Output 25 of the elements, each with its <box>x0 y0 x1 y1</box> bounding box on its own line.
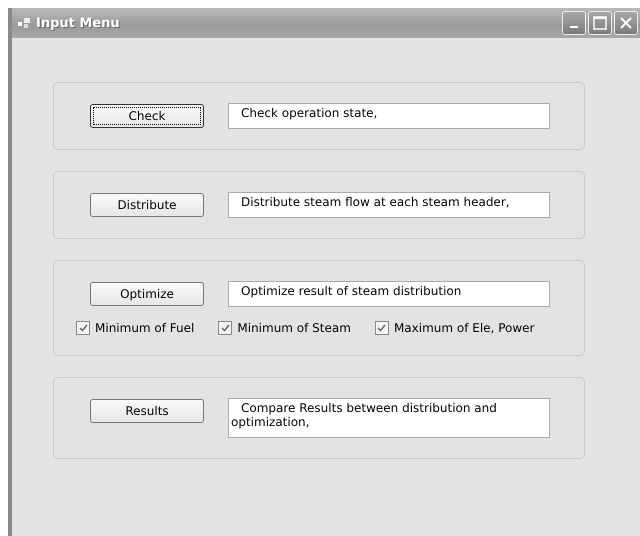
description-field[interactable]: Compare Results between distribution and optimization, <box>228 398 550 438</box>
description-field[interactable]: Distribute steam flow at each steam header, <box>228 192 550 218</box>
description-field[interactable]: Check operation state, <box>228 103 550 129</box>
action-button[interactable]: Optimize <box>90 282 204 306</box>
action-button[interactable]: Check <box>90 104 204 128</box>
maximize-icon <box>593 16 607 30</box>
check-icon <box>78 324 88 332</box>
close-button[interactable] <box>614 11 638 35</box>
minimize-icon <box>570 26 578 28</box>
check-icon <box>377 324 386 332</box>
checkbox-label: Minimum of Steam <box>237 321 351 335</box>
close-icon <box>619 16 633 30</box>
minimize-button[interactable] <box>562 11 586 35</box>
check-icon <box>220 324 230 332</box>
checkbox[interactable] <box>218 321 232 335</box>
checkbox-label: Maximum of Ele, Power <box>394 321 534 335</box>
action-button[interactable]: Results <box>90 399 204 423</box>
action-button[interactable]: Distribute <box>90 193 204 217</box>
maximize-button[interactable] <box>588 11 612 35</box>
app-icon <box>18 18 30 28</box>
checkbox[interactable] <box>374 321 389 335</box>
checkbox[interactable] <box>76 321 90 335</box>
window-title: Input Menu <box>36 16 121 30</box>
description-field[interactable]: Optimize result of steam distribution <box>228 281 550 307</box>
checkbox-label: Minimum of Fuel <box>95 321 194 335</box>
